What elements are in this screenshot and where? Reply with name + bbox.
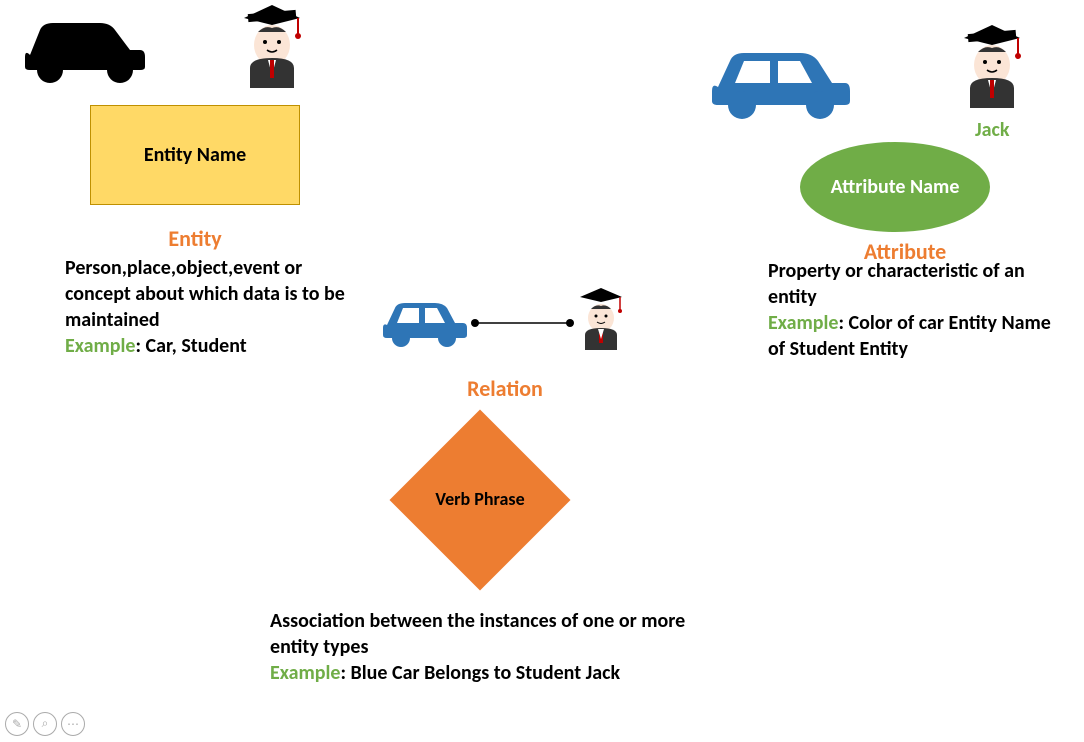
pen-icon[interactable]: ✎	[5, 712, 29, 736]
entity-box: Entity Name	[90, 105, 300, 205]
relation-diamond: Verb Phrase	[390, 410, 570, 590]
entity-title: Entity	[135, 225, 255, 252]
attribute-ellipse-label: Attribute Name	[831, 175, 960, 199]
student-icon-top-right	[950, 20, 1035, 120]
attribute-ellipse: Attribute Name	[800, 142, 990, 232]
student-icon-top-left	[230, 0, 315, 100]
more-icon[interactable]: ⋯	[61, 712, 85, 736]
relation-desc: Association between the instances of one…	[270, 608, 710, 686]
student-icon-small	[570, 285, 632, 360]
relation-line	[470, 318, 575, 328]
jack-label: Jack	[975, 118, 1009, 142]
attribute-desc: Property or characteristic of an entity …	[768, 258, 1068, 362]
magnifier-icon[interactable]: ⌕	[33, 712, 57, 736]
relation-title: Relation	[445, 375, 565, 402]
bottom-toolbar: ✎ ⌕ ⋯	[5, 712, 85, 736]
entity-desc: Person,place,object,event or concept abo…	[65, 255, 355, 359]
car-icon-blue-top	[700, 35, 860, 130]
car-icon-black	[15, 5, 155, 95]
diamond-label: Verb Phrase	[435, 489, 524, 511]
entity-box-label: Entity Name	[144, 143, 246, 167]
car-icon-blue-small	[375, 290, 470, 355]
